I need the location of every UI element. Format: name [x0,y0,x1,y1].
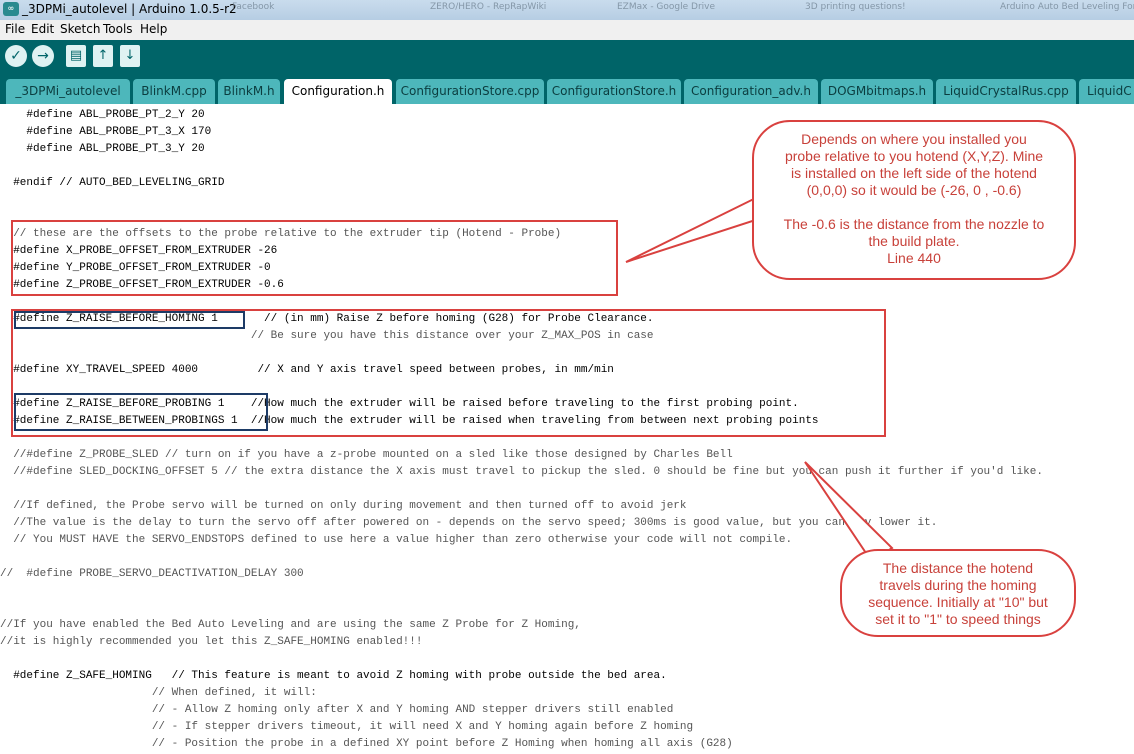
offsets-callout: Depends on where you installed you probe… [752,120,1076,280]
callout-text: The distance the hotend [882,560,1034,576]
callout-text: probe relative to you hotend (X,Y,Z). Mi… [784,148,1044,164]
callout-arrows [625,188,894,564]
callout-text: set it to "1" to speed things [875,611,1041,627]
callout-text: (0,0,0) so it would be (-26, 0 , -0.6) [806,182,1022,198]
callout-text: The -0.6 is the distance from the nozzle… [783,216,1045,232]
callout-text: travels during the homing [879,577,1037,593]
callout-text: is installed on the left side of the hot… [791,165,1037,181]
callout-text: Depends on where you installed you [801,131,1027,147]
callout-text: the build plate. [868,233,960,249]
homing-callout: The distance the hotend travels during t… [840,549,1076,637]
callout-text: Line 440 [887,250,941,266]
callout-text: sequence. Initially at "10" but [868,594,1048,610]
callout-spacer [754,199,1074,216]
homing-callout-pointer [804,461,894,564]
